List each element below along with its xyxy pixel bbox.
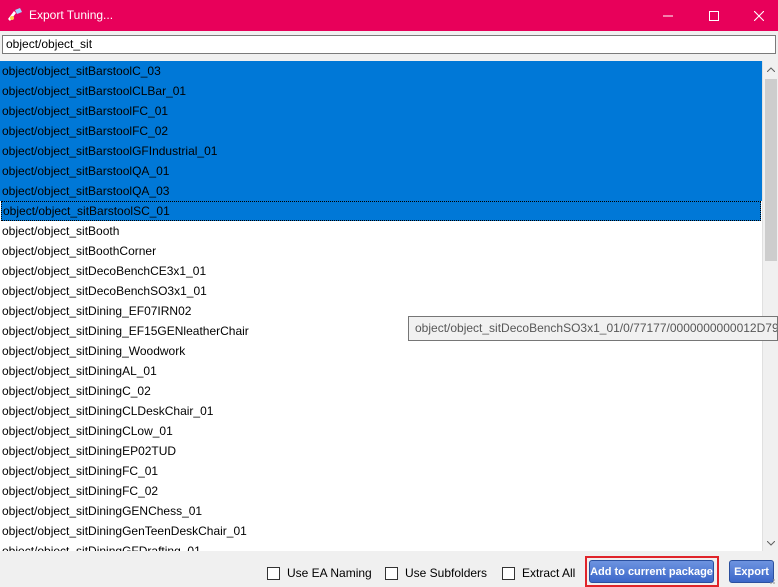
extract-all-label: Extract All — [522, 566, 576, 580]
checkbox-box[interactable] — [502, 566, 515, 580]
list-item[interactable]: object/object_sitDiningGenTeenDeskChair_… — [0, 521, 762, 541]
use-subfolders-label: Use Subfolders — [405, 566, 488, 580]
list-item[interactable]: object/object_sitBarstoolQA_03 — [0, 181, 762, 201]
title-bar: Export Tuning... — [0, 0, 778, 31]
list-item[interactable]: object/object_sitDiningGENChess_01 — [0, 501, 762, 521]
close-button[interactable] — [742, 0, 776, 31]
window-title: Export Tuning... — [29, 8, 114, 22]
list-item[interactable]: object/object_sitDiningEP02TUD — [0, 441, 762, 461]
list-item[interactable]: object/object_sitDiningCLow_01 — [0, 421, 762, 441]
chevron-down-icon — [767, 540, 775, 546]
chevron-up-icon — [767, 66, 775, 72]
list-item[interactable]: object/object_sitDecoBenchCE3x1_01 — [0, 261, 762, 281]
filter-input[interactable]: object/object_sit — [2, 35, 776, 54]
list-item[interactable]: object/object_sitBarstoolFC_02 — [0, 121, 762, 141]
list-item[interactable]: object/object_sitDiningCLDeskChair_01 — [0, 401, 762, 421]
checkbox-box[interactable] — [267, 566, 280, 580]
checkbox-box[interactable] — [385, 566, 398, 580]
item-tooltip: object/object_sitDecoBenchSO3x1_01/0/771… — [408, 316, 778, 341]
list-item[interactable]: object/object_sitDiningFC_02 — [0, 481, 762, 501]
list-item[interactable]: object/object_sitBarstoolSC_01 — [1, 201, 761, 221]
extract-all-checkbox[interactable]: Extract All — [502, 565, 575, 581]
list-item[interactable]: object/object_sitDiningFC_01 — [0, 461, 762, 481]
app-icon — [8, 8, 22, 21]
list-item[interactable]: object/object_sitBooth — [0, 221, 762, 241]
list-item[interactable]: object/object_sitBarstoolFC_01 — [0, 101, 762, 121]
minimize-icon — [663, 15, 673, 16]
resize-grip-icon[interactable] — [766, 575, 776, 585]
maximize-icon — [709, 10, 719, 21]
list-item[interactable]: object/object_sitDiningC_02 — [0, 381, 762, 401]
use-ea-naming-label: Use EA Naming — [287, 566, 372, 580]
list-item[interactable]: object/object_sitBarstoolC_03 — [0, 61, 762, 81]
add-to-package-button[interactable]: Add to current package — [589, 560, 714, 583]
list-item[interactable]: object/object_sitBoothCorner — [0, 241, 762, 261]
use-ea-naming-checkbox[interactable]: Use EA Naming — [267, 565, 372, 581]
list-scrollbar[interactable] — [762, 61, 778, 551]
list-item[interactable]: object/object_sitDiningGFDrafting_01 — [0, 541, 762, 551]
scroll-down-button[interactable] — [763, 535, 778, 551]
close-icon — [754, 10, 764, 21]
scroll-up-button[interactable] — [763, 61, 778, 77]
list-item[interactable]: object/object_sitDecoBenchSO3x1_01 — [0, 281, 762, 301]
use-subfolders-checkbox[interactable]: Use Subfolders — [385, 565, 487, 581]
list-item[interactable]: object/object_sitBarstoolCLBar_01 — [0, 81, 762, 101]
list-item[interactable]: object/object_sitBarstoolGFIndustrial_01 — [0, 141, 762, 161]
list-item[interactable]: object/object_sitDining_Woodwork — [0, 341, 762, 361]
maximize-button[interactable] — [697, 0, 731, 31]
list-item[interactable]: object/object_sitDiningAL_01 — [0, 361, 762, 381]
list-item[interactable]: object/object_sitBarstoolQA_01 — [0, 161, 762, 181]
tuning-list[interactable]: object/object_sitBarstoolC_03 object/obje… — [0, 61, 762, 551]
minimize-button[interactable] — [651, 0, 685, 31]
scroll-thumb[interactable] — [765, 79, 777, 261]
